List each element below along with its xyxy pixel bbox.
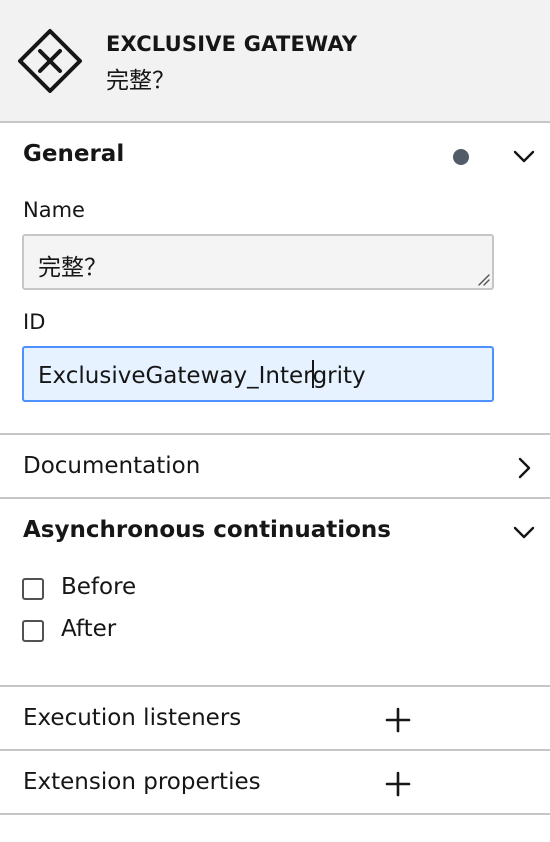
name-value: 完整？ — [38, 255, 107, 281]
async-group-header[interactable]: Asynchronous continuations — [0, 499, 550, 563]
properties-header: EXCLUSIVE GATEWAY 完整？ — [0, 0, 550, 123]
element-name-label: 完整？ — [106, 68, 175, 94]
resize-handle-icon[interactable] — [476, 272, 490, 286]
name-textarea[interactable]: 完整？ — [22, 234, 494, 290]
chevron-down-icon[interactable] — [512, 144, 536, 168]
before-checkbox[interactable] — [22, 578, 44, 600]
plus-icon[interactable] — [385, 707, 411, 733]
documentation-title: Documentation — [23, 453, 201, 479]
chevron-down-icon[interactable] — [512, 520, 536, 544]
plus-icon[interactable] — [385, 771, 411, 797]
extension-properties-title: Extension properties — [23, 769, 261, 795]
name-label: Name — [23, 198, 85, 222]
after-checkbox[interactable] — [22, 620, 44, 642]
async-group: Asynchronous continuations Before After — [0, 499, 550, 687]
execution-listeners-title: Execution listeners — [23, 705, 242, 731]
element-type-label: EXCLUSIVE GATEWAY — [106, 32, 358, 56]
id-label: ID — [23, 310, 46, 334]
id-value-part1: ExclusiveGateway_Inter — [38, 363, 313, 389]
chevron-right-icon[interactable] — [512, 456, 536, 480]
after-label[interactable]: After — [61, 616, 116, 642]
async-title: Asynchronous continuations — [23, 517, 391, 543]
exclusive-gateway-icon — [18, 29, 82, 93]
documentation-group[interactable]: Documentation — [0, 435, 550, 499]
extension-properties-group[interactable]: Extension properties — [0, 751, 550, 815]
general-title: General — [23, 141, 125, 167]
id-value-part2: grity — [312, 363, 366, 389]
changed-indicator-dot — [453, 149, 469, 165]
before-label[interactable]: Before — [61, 574, 136, 600]
execution-listeners-group[interactable]: Execution listeners — [0, 687, 550, 751]
id-input[interactable]: ExclusiveGateway_Intergrity — [22, 346, 494, 402]
